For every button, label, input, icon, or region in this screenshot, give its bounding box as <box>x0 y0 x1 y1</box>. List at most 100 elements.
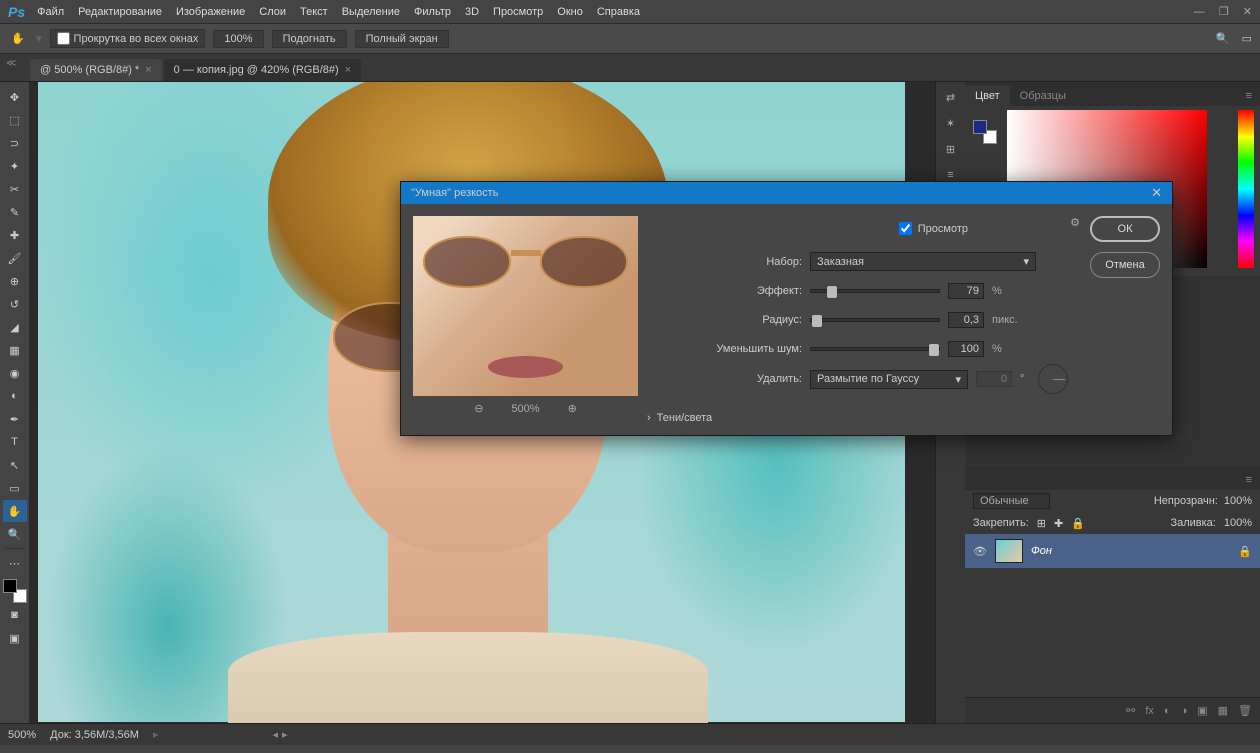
lock-icon: 🔒 <box>1238 545 1252 558</box>
history-panel-icon[interactable]: ⇄ <box>941 88 961 106</box>
radius-slider[interactable] <box>810 318 940 322</box>
scroll-right-icon[interactable]: ▸ <box>282 728 288 741</box>
workspace-button[interactable]: ▭ <box>1242 32 1252 45</box>
preview-zoom-value[interactable]: 500% <box>511 403 539 415</box>
menu-edit[interactable]: Редактирование <box>78 6 162 18</box>
menu-filter[interactable]: Фильтр <box>414 6 451 18</box>
move-tool[interactable]: ✥ <box>3 86 27 108</box>
close-icon[interactable]: × <box>345 64 351 76</box>
lock-pixels-icon[interactable]: ⊞ <box>1037 517 1046 530</box>
close-icon[interactable]: ✕ <box>1151 185 1162 201</box>
status-zoom[interactable]: 500% <box>8 729 36 741</box>
quickmask-toggle[interactable]: ◙ <box>3 604 27 626</box>
crop-tool[interactable]: ✂ <box>3 178 27 200</box>
maximize-button[interactable]: ❐ <box>1219 5 1229 18</box>
layer-thumbnail[interactable] <box>995 539 1023 563</box>
dialog-titlebar[interactable]: "Умная" резкость ✕ <box>401 182 1172 204</box>
hand-tool[interactable]: ✋ <box>3 500 27 522</box>
foreground-background-swatches[interactable] <box>3 579 27 603</box>
color-tab[interactable]: Цвет <box>965 86 1010 106</box>
menu-select[interactable]: Выделение <box>342 6 400 18</box>
stamp-tool[interactable]: ⊕ <box>3 270 27 292</box>
new-layer-icon[interactable]: ▦ <box>1218 704 1228 717</box>
lasso-tool[interactable]: ⊃ <box>3 132 27 154</box>
menu-view[interactable]: Просмотр <box>493 6 543 18</box>
menu-window[interactable]: Окно <box>557 6 583 18</box>
swatches-tab[interactable]: Образцы <box>1010 86 1076 106</box>
scroll-all-windows-checkbox[interactable]: Прокрутка во всех окнах <box>50 29 206 48</box>
search-icon[interactable]: 🔍 <box>1216 32 1230 45</box>
preset-dropdown[interactable]: Заказная▾ <box>810 252 1036 271</box>
marquee-tool[interactable]: ⬚ <box>3 109 27 131</box>
brush-tool[interactable]: 🖌 <box>3 247 27 269</box>
shape-tool[interactable]: ▭ <box>3 477 27 499</box>
group-icon[interactable]: ▣ <box>1197 704 1207 717</box>
minimize-button[interactable]: — <box>1194 6 1205 18</box>
screenmode-toggle[interactable]: ▣ <box>3 627 27 649</box>
amount-input[interactable] <box>948 283 984 299</box>
noise-input[interactable] <box>948 341 984 357</box>
preview-checkbox[interactable] <box>899 222 912 235</box>
panel-menu-icon[interactable]: ≡ <box>1238 470 1260 490</box>
blur-tool[interactable]: ◉ <box>3 362 27 384</box>
zoom-100-button[interactable]: 100% <box>213 30 263 48</box>
menu-3d[interactable]: 3D <box>465 6 479 18</box>
wand-tool[interactable]: ✦ <box>3 155 27 177</box>
lock-all-icon[interactable]: 🔒 <box>1071 517 1085 530</box>
visibility-icon[interactable]: 👁 <box>973 545 987 558</box>
layer-row-background[interactable]: 👁 Фон 🔒 <box>965 534 1260 568</box>
radius-input[interactable] <box>948 312 984 328</box>
adjustment-layer-icon[interactable]: ◑ <box>1181 705 1188 717</box>
gear-icon[interactable]: ⚙ <box>1070 216 1080 229</box>
layer-name[interactable]: Фон <box>1031 545 1052 557</box>
history-brush-tool[interactable]: ↺ <box>3 293 27 315</box>
zoom-in-icon[interactable]: ⊕ <box>568 402 577 415</box>
preview-image[interactable] <box>413 216 638 396</box>
menu-help[interactable]: Справка <box>597 6 640 18</box>
angle-dial[interactable] <box>1038 364 1068 394</box>
delete-layer-icon[interactable]: 🗑 <box>1238 704 1252 717</box>
shadows-highlights-expand[interactable]: › Тени/света <box>647 412 1068 424</box>
document-tab-1[interactable]: @ 500% (RGB/8#) *× <box>30 59 162 81</box>
fill-value[interactable]: 100% <box>1224 517 1252 529</box>
layer-mask-icon[interactable]: ◐ <box>1164 705 1171 717</box>
healing-tool[interactable]: ✚ <box>3 224 27 246</box>
path-tool[interactable]: ↖ <box>3 454 27 476</box>
type-tool[interactable]: T <box>3 431 27 453</box>
menu-file[interactable]: Файл <box>37 6 64 18</box>
lock-position-icon[interactable]: ✚ <box>1054 517 1063 530</box>
hue-slider[interactable] <box>1238 110 1254 268</box>
close-icon[interactable]: × <box>145 64 151 76</box>
amount-slider[interactable] <box>810 289 940 293</box>
dodge-tool[interactable]: ◐ <box>3 385 27 407</box>
gradient-tool[interactable]: ▦ <box>3 339 27 361</box>
panel-menu-icon[interactable]: ≡ <box>1238 86 1260 106</box>
pen-tool[interactable]: ✒ <box>3 408 27 430</box>
eraser-tool[interactable]: ◢ <box>3 316 27 338</box>
zoom-tool[interactable]: 🔍 <box>3 523 27 545</box>
noise-slider[interactable] <box>810 347 940 351</box>
fit-button[interactable]: Подогнать <box>272 30 347 48</box>
ok-button[interactable]: ОК <box>1090 216 1160 242</box>
menu-layer[interactable]: Слои <box>259 6 286 18</box>
brushes-panel-icon[interactable]: ✶ <box>941 114 961 132</box>
document-tab-2[interactable]: 0 — копия.jpg @ 420% (RGB/8#)× <box>164 59 361 81</box>
scroll-left-icon[interactable]: ◂ <box>273 728 279 741</box>
blend-mode-dropdown[interactable]: Обычные <box>973 493 1050 509</box>
menu-text[interactable]: Текст <box>300 6 328 18</box>
remove-dropdown[interactable]: Размытие по Гауссу▾ <box>810 370 968 389</box>
properties-panel-icon[interactable]: ⊞ <box>941 140 961 158</box>
eyedropper-tool[interactable]: ✎ <box>3 201 27 223</box>
link-layers-icon[interactable]: ⚯ <box>1126 704 1135 717</box>
fullscreen-button[interactable]: Полный экран <box>355 30 449 48</box>
tabstrip-collapse[interactable]: ≪ <box>6 58 16 69</box>
edit-toolbar[interactable]: ⋯ <box>3 552 27 574</box>
opacity-value[interactable]: 100% <box>1224 495 1252 507</box>
layer-fx-icon[interactable]: fx <box>1145 705 1154 717</box>
menu-image[interactable]: Изображение <box>176 6 245 18</box>
color-fgbg-swatches[interactable] <box>973 120 997 144</box>
cancel-button[interactable]: Отмена <box>1090 252 1160 278</box>
zoom-out-icon[interactable]: ⊖ <box>474 402 483 415</box>
close-button[interactable]: ✕ <box>1243 5 1252 18</box>
status-doc-size[interactable]: Док: 3,56M/3,56M <box>50 729 139 741</box>
